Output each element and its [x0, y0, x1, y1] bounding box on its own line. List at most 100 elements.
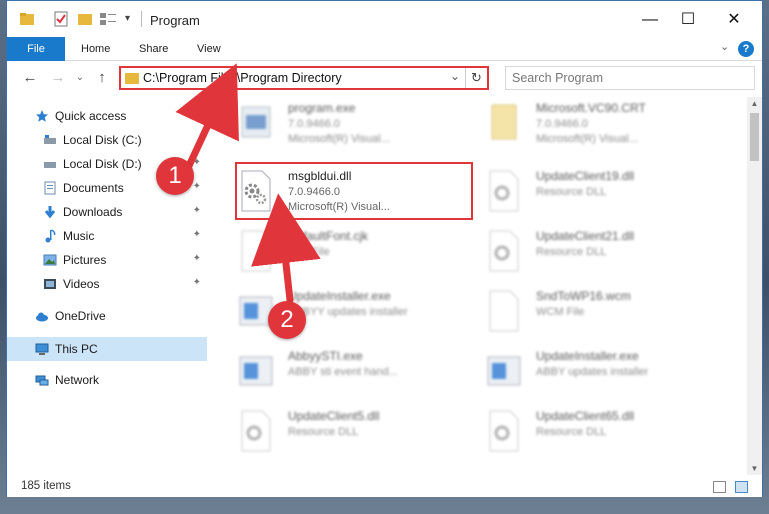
computer-icon: [35, 343, 49, 355]
file-item[interactable]: UpdateClient5.dll Resource DLL: [232, 405, 472, 461]
pin-icon[interactable]: ✦: [193, 181, 201, 192]
pin-icon[interactable]: ✦: [193, 157, 201, 168]
file-description: ABBY sti event hand...: [288, 366, 398, 378]
recent-dropdown-icon[interactable]: ⌄: [69, 68, 91, 88]
minimize-button[interactable]: —: [635, 9, 665, 31]
scroll-down-icon[interactable]: ▼: [747, 464, 762, 473]
dll-icon: [489, 170, 519, 212]
sidebar-item-network[interactable]: Network: [7, 369, 207, 391]
sidebar-item-this-pc[interactable]: This PC: [7, 337, 207, 361]
sidebar-item-label: This PC: [55, 342, 98, 356]
network-icon: [35, 375, 49, 386]
pictures-icon: [43, 254, 57, 266]
file-name: DefaultFont.cjk: [288, 229, 369, 243]
tiles-view-icon[interactable]: [735, 481, 748, 493]
file-item[interactable]: UpdateClient21.dll Resource DLL: [480, 225, 720, 281]
tab-home[interactable]: Home: [67, 37, 124, 61]
pin-icon[interactable]: ✦: [193, 205, 201, 216]
file-description: ABBYY updates installer: [288, 306, 408, 318]
file-name: UpdateClient65.dll: [536, 409, 635, 423]
tab-file[interactable]: File: [7, 37, 65, 61]
scroll-up-icon[interactable]: ▲: [747, 99, 762, 108]
maximize-button[interactable]: ☐: [673, 9, 703, 31]
file-type: Resource DLL: [288, 426, 359, 438]
help-button[interactable]: ?: [738, 41, 754, 57]
file-name: UpdateClient21.dll: [536, 229, 635, 243]
step-1-badge: 1: [156, 157, 194, 195]
scrollbar-thumb[interactable]: [750, 113, 759, 161]
sidebar-item-label: Local Disk (D:): [63, 157, 142, 171]
file-type: CJK File: [288, 246, 330, 258]
details-view-icon[interactable]: [713, 481, 726, 493]
file-name: UpdateInstaller.exe: [288, 289, 391, 303]
pin-icon[interactable]: ✦: [193, 253, 201, 264]
sidebar-item-label: Network: [55, 373, 100, 387]
file-type: Resource DLL: [536, 186, 607, 198]
chevron-down-icon[interactable]: ⌄: [720, 40, 729, 53]
file-item[interactable]: DefaultFont.cjk CJK File: [232, 225, 472, 281]
star-icon: [36, 110, 48, 122]
forward-arrow-icon[interactable]: →: [47, 68, 69, 88]
folder-icon: [19, 11, 35, 27]
file-item[interactable]: UpdateClient19.dll Resource DLL: [480, 165, 720, 221]
file-type: WCM File: [536, 306, 585, 318]
sidebar-item-label: Local Disk (C:): [63, 133, 142, 147]
sidebar-item-local-disk-c[interactable]: Local Disk (C:): [7, 129, 207, 151]
sidebar-item-onedrive[interactable]: OneDrive: [7, 305, 207, 327]
exe-icon: [487, 356, 521, 386]
properties-icon[interactable]: [53, 11, 69, 27]
sidebar-item-downloads[interactable]: Downloads ✦: [7, 201, 207, 223]
back-arrow-icon[interactable]: ←: [19, 68, 41, 88]
item-count: 185 items: [21, 480, 71, 492]
vertical-scrollbar[interactable]: ▲ ▼: [747, 97, 762, 475]
pin-icon[interactable]: ✦: [193, 277, 201, 288]
customize-dropdown-icon[interactable]: ▾: [125, 13, 130, 24]
status-bar: 185 items: [7, 477, 762, 497]
search-input[interactable]: Search Program: [505, 66, 755, 90]
file-version: 7.0.9466.0: [536, 118, 588, 130]
exe-icon: [241, 106, 271, 138]
cloud-icon: [36, 312, 48, 322]
title-bar: ▾ Program — ☐ ✕: [7, 1, 762, 37]
title-divider: [141, 11, 142, 27]
window-title: Program: [150, 13, 200, 28]
sidebar-item-music[interactable]: Music ✦: [7, 225, 207, 247]
sidebar-item-pictures[interactable]: Pictures ✦: [7, 249, 207, 271]
sidebar-item-quick-access[interactable]: Quick access: [7, 105, 207, 127]
address-path[interactable]: C:\Program Files\Program Directory: [143, 71, 342, 85]
highlight-box: [235, 162, 473, 220]
tab-view[interactable]: View: [183, 37, 235, 61]
tab-share[interactable]: Share: [125, 37, 182, 61]
file-icon: [241, 230, 271, 272]
videos-icon: [44, 279, 56, 289]
pin-icon[interactable]: ✦: [193, 229, 201, 240]
file-item[interactable]: AbbyySTI.exe ABBY sti event hand...: [232, 345, 472, 401]
explorer-window: ▾ Program — ☐ ✕ File Home Share View ⌄ ?…: [6, 0, 763, 497]
file-item[interactable]: SndToWP16.wcm WCM File: [480, 285, 720, 341]
file-item[interactable]: UpdateClient65.dll Resource DLL: [480, 405, 720, 461]
file-type: Resource DLL: [536, 246, 607, 258]
view-menu-icon[interactable]: [99, 11, 116, 27]
new-folder-icon[interactable]: [77, 11, 93, 27]
file-type: Resource DLL: [536, 426, 607, 438]
file-item[interactable]: program.exe 7.0.9466.0 Microsoft(R) Visu…: [232, 97, 472, 153]
file-item[interactable]: UpdateInstaller.exe ABBY updates install…: [480, 345, 720, 401]
file-version: 7.0.9466.0: [288, 118, 340, 130]
sidebar-item-label: Documents: [63, 181, 124, 195]
refresh-icon[interactable]: ↻: [465, 68, 487, 88]
ribbon-tabs: File Home Share View ⌄ ?: [7, 37, 762, 61]
file-name: UpdateClient19.dll: [536, 169, 635, 183]
chevron-down-icon[interactable]: ⌄: [450, 69, 460, 83]
sidebar-item-label: Pictures: [63, 253, 107, 267]
sidebar-item-label: OneDrive: [55, 309, 106, 323]
file-item[interactable]: Microsoft.VC90.CRT 7.0.9466.0 Microsoft(…: [480, 97, 720, 153]
sidebar-item-videos[interactable]: Videos ✦: [7, 273, 207, 295]
drive-icon: [44, 135, 56, 144]
close-button[interactable]: ✕: [719, 9, 749, 31]
dll-icon: [241, 410, 271, 452]
address-bar[interactable]: C:\Program Files\Program Directory ⌄ ↻: [119, 66, 489, 90]
file-list: program.exe 7.0.9466.0 Microsoft(R) Visu…: [220, 97, 740, 477]
file-description: Microsoft(R) Visual...: [288, 133, 390, 145]
up-arrow-icon[interactable]: ↑: [91, 68, 113, 88]
documents-icon: [44, 181, 56, 195]
